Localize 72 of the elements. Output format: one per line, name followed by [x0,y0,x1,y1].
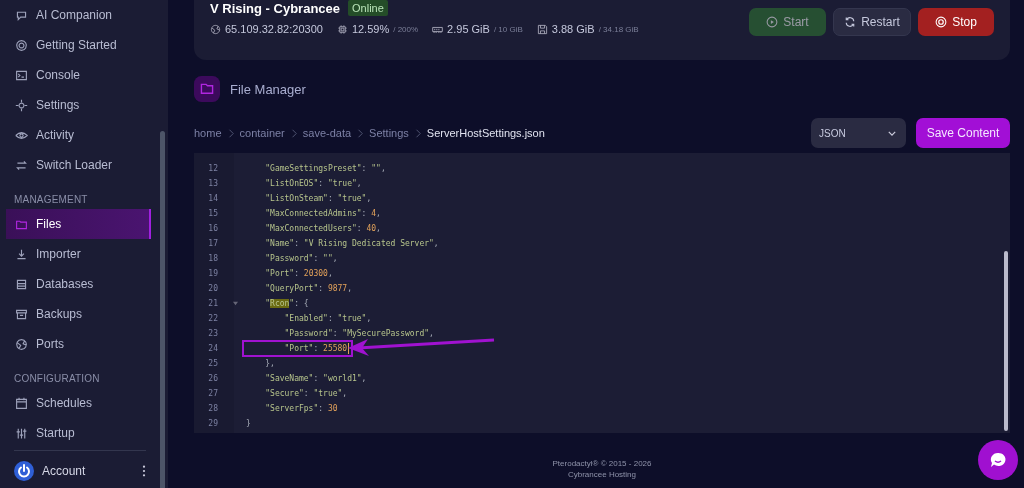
line-number: 20 [207,284,219,293]
line-number: 12 [207,164,219,173]
line-number: 16 [207,224,219,233]
line-number: 18 [207,254,219,263]
stat-limit: / 10 GiB [493,24,523,34]
breadcrumb-link[interactable]: Settings [369,127,409,139]
save-content-button[interactable]: Save Content [916,118,1010,148]
breadcrumb-link[interactable]: ServerHostSettings.json [426,127,545,139]
footer-text: Cybrancee Hosting [567,470,636,479]
sidebar-item[interactable]: Ports [6,329,151,359]
code-line: "Password": "", [264,253,339,265]
account-link[interactable]: Account [42,464,142,478]
breadcrumb-link[interactable]: home [194,127,222,139]
code-line: "MaxConnectedUsers": 40, [264,223,382,235]
code-line: "ListOnSteam": "true", [264,193,373,205]
sidebar-item[interactable]: Databases [6,269,151,299]
code-line: } [245,418,252,430]
stat-limit: / 200% [393,24,419,34]
footer-text: Pterodactyl® © 2015 - 2026 [552,459,652,468]
page-title: File Manager [230,81,306,97]
line-number: 21 [207,299,219,308]
code-line: "Port": 20300, [264,268,334,280]
stat-value: 12.59% [351,23,390,35]
line-number: 23 [207,329,219,338]
sidebar-item[interactable]: Schedules [6,388,151,418]
sidebar-item[interactable]: Console [6,60,151,90]
server-name: V Rising - Cybrancee [210,0,341,16]
code-line: "Name": "V Rising Dedicated Server", [264,238,440,250]
code-line: "Secure": "true", [264,388,349,400]
line-number: 24 [207,344,219,353]
code-line: "Password": "MySecurePassword", [283,328,435,340]
line-number: 22 [207,314,219,323]
sidebar-item[interactable]: Activity [6,120,151,150]
section-heading: MANAGEMENT [13,193,89,207]
line-number: 26 [207,374,219,383]
line-number: 25 [207,359,219,368]
breadcrumb-link[interactable]: save-data [302,127,352,139]
sidebar-item[interactable]: Settings [6,90,151,120]
breadcrumb-link[interactable]: container [239,127,285,139]
line-number: 28 [207,404,219,413]
sidebar-item[interactable]: AI Companion [6,0,151,30]
code-line: "ServerFps": 30 [264,403,339,415]
code-line: "Enabled": "true", [283,313,373,325]
line-number: 13 [207,179,219,188]
code-line: "ListOnEOS": "true", [264,178,363,190]
sidebar-item[interactable]: Startup [6,418,151,448]
mode-select[interactable]: JSON [811,118,906,148]
line-number: 27 [207,389,219,398]
sidebar-item[interactable]: Importer [6,239,151,269]
code-line: "SaveName": "world1", [264,373,368,385]
sidebar-item[interactable]: Getting Started [6,30,151,60]
section-heading: CONFIGURATION [13,372,101,386]
sidebar-item[interactable]: Files [6,209,151,239]
stat-value: 65.109.32.82:20300 [225,23,323,35]
line-number: 15 [207,209,219,218]
stat-value: 3.88 GiB [551,23,595,35]
line-number: 29 [207,419,219,428]
restart-button[interactable]: Restart [833,8,911,36]
stat-value: 2.95 GiB [447,23,490,35]
code-line: "MaxConnectedAdmins": 4, [264,208,382,220]
stop-button[interactable]: Stop [918,8,994,36]
code-line: "Rcon": { [264,298,310,310]
status-badge: Online [348,0,388,16]
line-number: 14 [207,194,219,203]
line-number: 17 [207,239,219,248]
stat-limit: / 34.18 GiB [598,24,639,34]
sidebar-item[interactable]: Backups [6,299,151,329]
line-number: 19 [207,269,219,278]
code-line: "QueryPort": 9877, [264,283,353,295]
sidebar-item[interactable]: Switch Loader [6,150,151,180]
code-line: "GameSettingsPreset": "", [264,163,387,175]
code-line: }, [264,358,276,370]
